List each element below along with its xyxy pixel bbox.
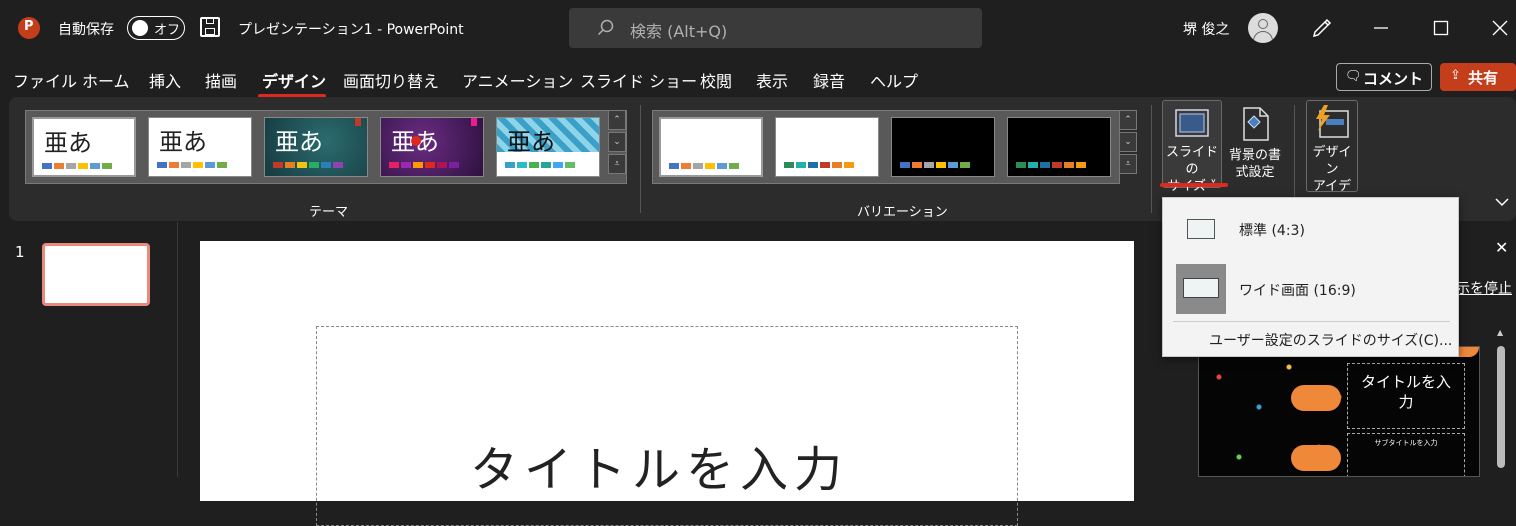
more-icon[interactable]: ⩡ [608, 154, 626, 174]
search-placeholder: 検索 (Alt+Q) [630, 22, 728, 41]
tab-draw[interactable]: 描画 [205, 68, 237, 92]
variation-4[interactable] [1007, 117, 1111, 177]
tab-transitions[interactable]: 画面切り替え [343, 68, 439, 92]
pane-scrollbar[interactable]: ▲ [1495, 326, 1507, 476]
tab-design[interactable]: デザイン [262, 68, 326, 92]
variation-2[interactable] [775, 117, 879, 177]
variation-1[interactable] [659, 117, 763, 177]
theme-purple[interactable]: 亜あ [380, 117, 484, 177]
tab-home[interactable]: ホーム [82, 68, 130, 92]
slide-size-button[interactable]: スライドの サイズ ˅ [1162, 100, 1222, 194]
close-pane-icon[interactable]: ✕ [1495, 238, 1508, 257]
slide-size-icon [1175, 109, 1209, 137]
slide-number: 1 [15, 243, 25, 261]
slide-thumbnails-panel: 1 [0, 222, 178, 477]
user-name: 堺 俊之 [1183, 22, 1230, 38]
toggle-label: オフ [154, 23, 181, 38]
slide-thumbnail[interactable] [42, 243, 150, 306]
autosave-label: 自動保存 [58, 22, 114, 38]
share-label: 共有 [1468, 69, 1499, 87]
theme-sample-text: 亜あ [275, 128, 323, 156]
powerpoint-logo-icon: P [18, 17, 40, 39]
variations-scroll[interactable]: ⌃ ⌄ ⩡ [1119, 110, 1137, 176]
slide-size-label-1: スライドの [1165, 145, 1218, 177]
design-ideas-icon [1316, 105, 1349, 138]
theme-office-2[interactable]: 亜あ [148, 117, 252, 177]
standard-ratio-icon [1187, 219, 1215, 239]
slide-size-underline [1160, 183, 1228, 187]
comment-icon: 🗨 [1345, 69, 1362, 84]
format-background-icon [1243, 107, 1269, 141]
title-bar: P 自動保存 オフ プレゼンテーション1 - PowerPoint 検索 (Al… [0, 0, 1516, 58]
theme-pattern[interactable]: 亜あ [496, 117, 600, 177]
comment-button[interactable]: 🗨 コメント [1336, 63, 1432, 91]
theme-sample-text: 亜あ [507, 128, 555, 156]
wide-ratio-icon [1176, 264, 1226, 314]
tab-animations[interactable]: アニメーション [462, 68, 573, 92]
theme-sample-text: 亜あ [159, 128, 207, 156]
search-box[interactable]: 検索 (Alt+Q) [569, 8, 982, 48]
avatar[interactable] [1248, 13, 1278, 43]
design-ideas-button[interactable]: デザイン アイデア [1306, 100, 1358, 211]
menu-item-standard[interactable]: 標準 (4:3) [1163, 208, 1460, 248]
menu-separator [1173, 321, 1450, 322]
tab-view[interactable]: 表示 [756, 68, 788, 92]
theme-sample-text: 亜あ [44, 129, 92, 157]
ribbon-collapse-icon[interactable] [1495, 197, 1509, 207]
design-idea-preview[interactable]: タイトルを入 力 サブタイトルを入力 [1198, 346, 1480, 477]
theme-teal[interactable]: 亜あ [264, 117, 368, 177]
group-separator [1151, 105, 1152, 213]
preview-title-2: 力 [1398, 393, 1414, 411]
group-separator [640, 105, 641, 213]
toggle-knob [132, 20, 148, 36]
tab-help[interactable]: ヘルプ [870, 68, 918, 92]
variations-gallery [652, 110, 1120, 184]
document-title: プレゼンテーション1 - PowerPoint [238, 22, 464, 38]
comment-label: コメント [1363, 70, 1424, 88]
tab-slideshow[interactable]: スライド ショー [580, 68, 697, 92]
themes-gallery: 亜あ 亜あ 亜あ 亜あ 亜あ [25, 110, 627, 184]
format-background-label-2: 式設定 [1235, 165, 1275, 180]
autosave-toggle[interactable]: オフ [127, 16, 185, 40]
scroll-down-icon[interactable]: ⌄ [608, 132, 626, 152]
scroll-down-icon[interactable]: ⌄ [1119, 132, 1137, 152]
slide-size-menu: 標準 (4:3) ワイド画面 (16:9) ユーザー設定のスライドのサイズ(C)… [1162, 197, 1459, 357]
tab-record[interactable]: 録音 [813, 68, 845, 92]
themes-group-label: テーマ [309, 205, 349, 220]
wide-label: ワイド画面 (16:9) [1239, 283, 1356, 299]
scroll-up-icon[interactable]: ⌃ [608, 110, 626, 130]
preview-title-box: タイトルを入 力 [1347, 363, 1465, 429]
design-ideas-label-1: デザイン [1312, 145, 1352, 177]
tab-review[interactable]: 校閲 [700, 68, 732, 92]
maximize-icon[interactable] [1433, 20, 1449, 36]
minimize-icon[interactable] [1373, 20, 1389, 36]
menu-item-wide[interactable]: ワイド画面 (16:9) [1163, 262, 1460, 316]
menu-item-custom-size[interactable]: ユーザー設定のスライドのサイズ(C)... [1209, 330, 1452, 350]
theme-office[interactable]: 亜あ [32, 117, 136, 177]
share-icon: ⇪ [1450, 68, 1461, 83]
format-background-label-1: 背景の書 [1228, 148, 1281, 163]
share-button[interactable]: ⇪ 共有 [1440, 63, 1516, 91]
search-icon [597, 19, 614, 36]
variation-3[interactable] [891, 117, 995, 177]
scroll-up-icon[interactable]: ⌃ [1119, 110, 1137, 130]
variations-group-label: バリエーション [857, 205, 948, 220]
preview-subtitle-box: サブタイトルを入力 [1347, 433, 1465, 476]
close-icon[interactable] [1492, 20, 1508, 36]
save-icon[interactable] [200, 17, 220, 37]
ribbon-tabs: ファイル ホーム 挿入 描画 デザイン 画面切り替え アニメーション スライド … [0, 58, 1516, 98]
slide-title-placeholder[interactable]: タイトルを入力 [470, 430, 848, 500]
preview-title: タイトルを入 [1360, 373, 1451, 391]
pen-icon[interactable] [1310, 16, 1334, 40]
preview-subtitle: サブタイトルを入力 [1374, 439, 1438, 447]
tab-insert[interactable]: 挿入 [149, 68, 181, 92]
more-icon[interactable]: ⩡ [1119, 154, 1137, 174]
themes-scroll[interactable]: ⌃ ⌄ ⩡ [608, 110, 626, 176]
format-background-button[interactable]: 背景の書 式設定 [1224, 100, 1286, 188]
standard-label: 標準 (4:3) [1239, 223, 1305, 239]
tab-file[interactable]: ファイル [13, 68, 77, 92]
stop-showing-link[interactable]: 示を停止 [1456, 278, 1512, 298]
